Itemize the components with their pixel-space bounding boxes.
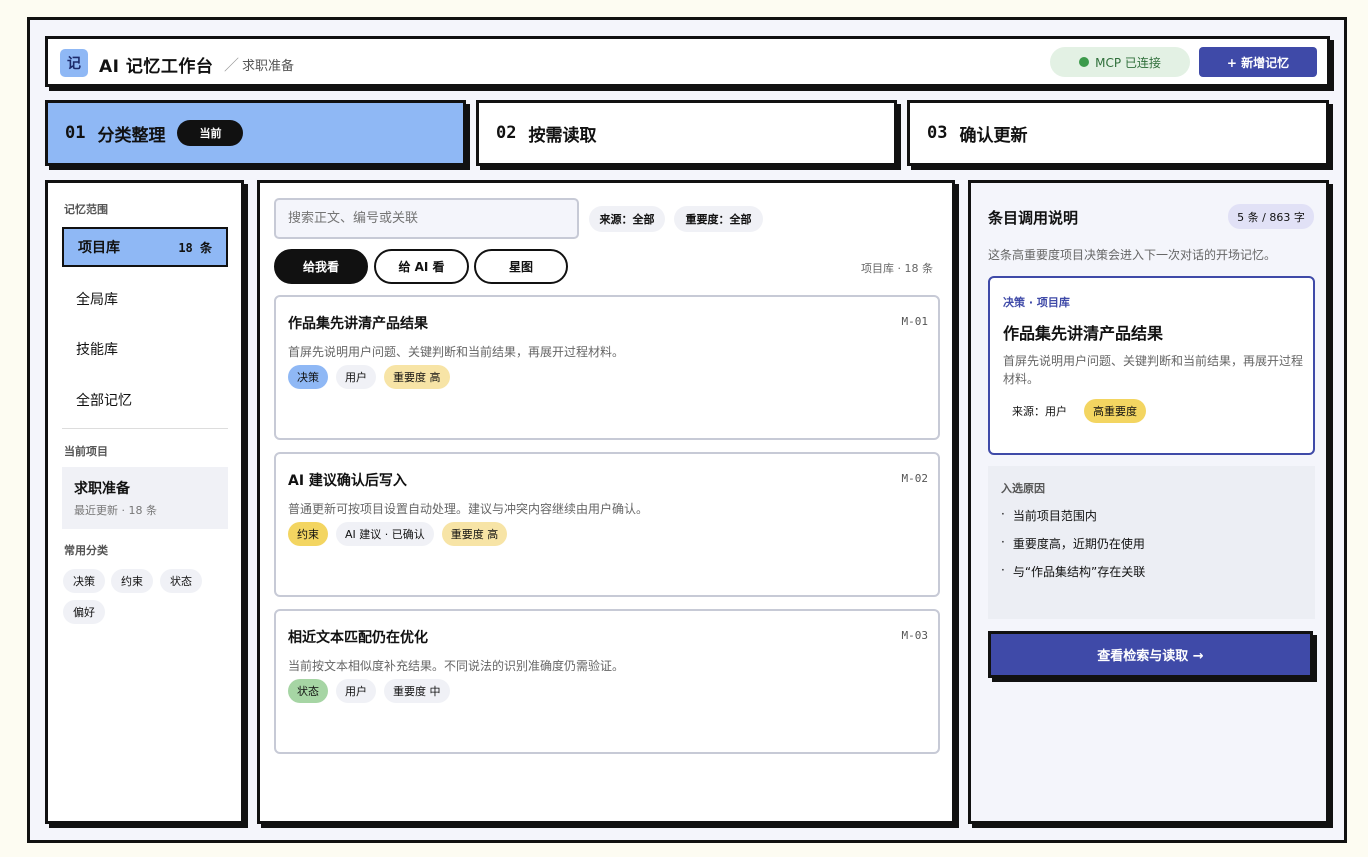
reasons-label: 入选原因 bbox=[1001, 482, 1045, 495]
detail-panel: 条目调用说明 5 条 / 863 字 这条高重要度项目决策会进入下一次对话的开场… bbox=[968, 180, 1329, 824]
current-project-label: 当前项目 bbox=[64, 445, 108, 458]
detail-count-badge: 5 条 / 863 字 bbox=[1228, 204, 1314, 229]
card-description: 当前按文本相似度补充结果。不同说法的识别准确度仍需验证。 bbox=[288, 659, 625, 673]
step-tab-categorize[interactable]: 01 分类整理 当前 bbox=[45, 100, 466, 166]
category-chip-status[interactable]: 状态 bbox=[160, 569, 202, 593]
sidebar-item-global[interactable]: 全局库 bbox=[62, 279, 228, 319]
card-tags: 状态 用户 重要度 中 bbox=[288, 679, 450, 703]
card-id: M-02 bbox=[901, 472, 929, 485]
status-dot-icon bbox=[1079, 57, 1090, 67]
category-chip-preference[interactable]: 偏好 bbox=[63, 600, 105, 624]
current-step-badge: 当前 bbox=[177, 120, 244, 146]
source-filter[interactable]: 来源：全部 bbox=[589, 206, 665, 232]
breadcrumb-separator: ／ bbox=[224, 56, 240, 74]
selected-card-breadcrumb: 决策 · 项目库 bbox=[1003, 296, 1070, 309]
card-title: 相近文本匹配仍在优化 bbox=[288, 630, 428, 646]
sidebar-item-count: 18 条 bbox=[178, 240, 212, 255]
sidebar-item-label: 全部记忆 bbox=[76, 393, 132, 409]
reason-text: 当前项目范围内 bbox=[1012, 509, 1097, 523]
step-tab-confirm[interactable]: 03 确认更新 bbox=[907, 100, 1329, 166]
sidebar-item-label: 项目库 bbox=[78, 240, 120, 256]
bullet-icon: · bbox=[1001, 507, 1005, 521]
sidebar-item-project[interactable]: 项目库 18 条 bbox=[62, 227, 228, 267]
tag-importance: 重要度 高 bbox=[384, 365, 450, 389]
memory-card[interactable]: 相近文本匹配仍在优化 M-03 当前按文本相似度补充结果。不同说法的识别准确度仍… bbox=[274, 609, 940, 754]
sidebar-item-skills[interactable]: 技能库 bbox=[62, 329, 228, 369]
card-title: 作品集先讲清产品结果 bbox=[288, 316, 428, 332]
list-meta: 项目库 · 18 条 bbox=[861, 262, 933, 275]
step-tab-read[interactable]: 02 按需读取 bbox=[476, 100, 897, 166]
card-description: 普通更新可按项目设置自动处理。建议与冲突内容继续由用户确认。 bbox=[288, 502, 649, 516]
importance-filter[interactable]: 重要度：全部 bbox=[674, 206, 763, 232]
memory-card[interactable]: AI 建议确认后写入 M-02 普通更新可按项目设置自动处理。建议与冲突内容继续… bbox=[274, 452, 940, 597]
step-number: 01 bbox=[65, 123, 86, 143]
tag-importance: 重要度 中 bbox=[384, 679, 450, 703]
card-tags: 约束 AI 建议 · 已确认 重要度 高 bbox=[288, 522, 508, 546]
add-memory-button[interactable]: + 新增记忆 bbox=[1199, 47, 1317, 77]
tag-source: 来源：用户 bbox=[1003, 399, 1076, 423]
memory-card[interactable]: 作品集先讲清产品结果 M-01 首屏先说明用户问题、关键判断和当前结果，再展开过… bbox=[274, 295, 940, 440]
reason-text: 重要度高，近期仍在使用 bbox=[1012, 537, 1145, 551]
step-label: 确认更新 bbox=[959, 125, 1028, 146]
tag-source: 用户 bbox=[336, 365, 376, 389]
tag-category: 状态 bbox=[288, 679, 328, 703]
reason-text: 与“作品集结构”存在关联 bbox=[1012, 565, 1146, 579]
category-chip-decision[interactable]: 决策 bbox=[63, 569, 105, 593]
sidebar-item-label: 技能库 bbox=[76, 342, 118, 358]
scope-section-label: 记忆范围 bbox=[64, 203, 108, 216]
bullet-icon: · bbox=[1001, 563, 1005, 577]
search-input[interactable] bbox=[274, 198, 579, 239]
top-bar: 记 AI 记忆工作台 ／ 求职准备 MCP 已连接 + 新增记忆 bbox=[45, 36, 1330, 87]
sidebar-item-all[interactable]: 全部记忆 bbox=[62, 380, 228, 420]
project-name: 求职准备 bbox=[74, 481, 130, 497]
current-project-card[interactable]: 求职准备 最近更新 · 18 条 bbox=[62, 467, 228, 529]
view-retrieval-button[interactable]: 查看检索与读取 → bbox=[988, 631, 1313, 678]
memory-scope-sidebar: 记忆范围 项目库 18 条 全局库 技能库 全部记忆 当前项目 求职准备 最近更… bbox=[45, 180, 244, 824]
mcp-status-text: MCP 已连接 bbox=[1095, 55, 1161, 70]
step-label: 按需读取 bbox=[528, 125, 597, 146]
app-title: AI 记忆工作台 bbox=[99, 57, 214, 77]
detail-description: 这条高重要度项目决策会进入下一次对话的开场记忆。 bbox=[988, 248, 1277, 262]
step-number: 03 bbox=[927, 123, 948, 143]
card-title: AI 建议确认后写入 bbox=[288, 473, 407, 489]
category-chip-constraint[interactable]: 约束 bbox=[111, 569, 153, 593]
breadcrumb-project[interactable]: 求职准备 bbox=[242, 55, 294, 74]
memory-list-panel: 来源：全部 重要度：全部 给我看 给 AI 看 星图 项目库 · 18 条 作品… bbox=[257, 180, 955, 824]
detail-title: 条目调用说明 bbox=[988, 209, 1079, 227]
selected-card-tags: 来源：用户 高重要度 bbox=[1003, 399, 1146, 423]
tag-source: 用户 bbox=[336, 679, 376, 703]
selected-card-title: 作品集先讲清产品结果 bbox=[1003, 324, 1164, 343]
view-human-button[interactable]: 给我看 bbox=[274, 249, 368, 284]
app-logo-icon: 记 bbox=[60, 49, 88, 77]
tag-importance: 重要度 高 bbox=[441, 522, 508, 546]
reason-item: · 重要度高，近期仍在使用 bbox=[1001, 535, 1302, 552]
selected-memory-card[interactable]: 决策 · 项目库 作品集先讲清产品结果 首屏先说明用户问题、关键判断和当前结果，… bbox=[988, 276, 1315, 455]
view-ai-button[interactable]: 给 AI 看 bbox=[374, 249, 469, 284]
reason-item: · 当前项目范围内 bbox=[1001, 507, 1302, 524]
tag-category: 约束 bbox=[288, 522, 328, 546]
bullet-icon: · bbox=[1001, 535, 1005, 549]
tag-source: AI 建议 · 已确认 bbox=[336, 522, 434, 546]
card-id: M-01 bbox=[901, 315, 929, 328]
tag-importance: 高重要度 bbox=[1084, 399, 1146, 423]
card-description: 首屏先说明用户问题、关键判断和当前结果，再展开过程材料。 bbox=[288, 345, 625, 359]
step-label: 分类整理 bbox=[97, 125, 166, 146]
selected-card-description: 首屏先说明用户问题、关键判断和当前结果，再展开过程材料。 bbox=[1003, 354, 1304, 386]
sidebar-divider bbox=[62, 428, 228, 429]
reason-item: · 与“作品集结构”存在关联 bbox=[1001, 563, 1302, 580]
categories-label: 常用分类 bbox=[64, 544, 108, 557]
project-meta: 最近更新 · 18 条 bbox=[74, 504, 157, 517]
tag-category: 决策 bbox=[288, 365, 328, 389]
sidebar-item-label: 全局库 bbox=[76, 292, 118, 308]
step-number: 02 bbox=[496, 123, 517, 143]
selection-reasons: 入选原因 · 当前项目范围内 · 重要度高，近期仍在使用 · 与“作品集结构”存… bbox=[988, 466, 1315, 619]
card-tags: 决策 用户 重要度 高 bbox=[288, 365, 450, 389]
mcp-status-badge: MCP 已连接 bbox=[1050, 47, 1190, 77]
view-star-map-button[interactable]: 星图 bbox=[474, 249, 568, 284]
card-id: M-03 bbox=[901, 629, 929, 642]
